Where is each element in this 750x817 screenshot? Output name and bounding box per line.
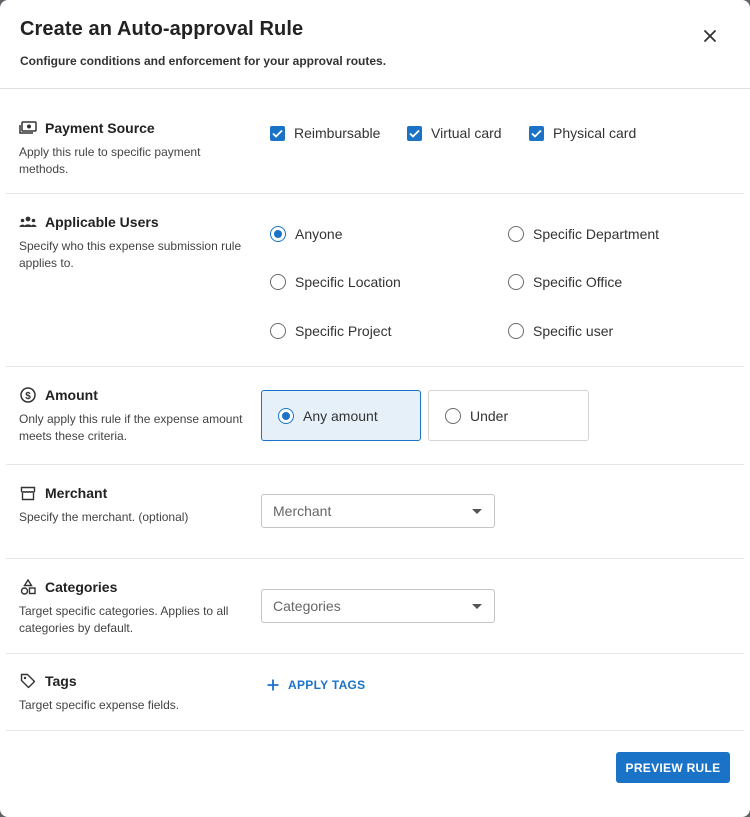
reimbursable-label: Reimbursable (294, 125, 381, 141)
specific-user-radio[interactable]: Specific user (508, 323, 613, 339)
tags-description: Target specific expense fields. (19, 698, 180, 712)
plus-icon (267, 679, 279, 691)
specific-location-label: Specific Location (295, 274, 401, 290)
specific-office-radio[interactable]: Specific Office (508, 274, 622, 290)
specific-project-radio[interactable]: Specific Project (270, 323, 391, 339)
specific-department-radio[interactable]: Specific Department (508, 226, 659, 242)
any-amount-option[interactable]: Any amount (261, 390, 421, 441)
svg-text:$: $ (25, 391, 31, 402)
reimbursable-checkbox[interactable]: Reimbursable (270, 125, 380, 141)
dollar-circle-icon: $ (19, 386, 37, 404)
dialog-header: Create an Auto-approval Rule Configure c… (20, 18, 730, 68)
merchant-label-col: Merchant Specify the merchant. (optional… (19, 484, 244, 526)
payment-source-label-col: Payment Source Apply this rule to specif… (19, 119, 244, 178)
radio-empty-icon (270, 323, 286, 339)
apply-tags-label: APPLY TAGS (288, 678, 366, 692)
close-button[interactable] (696, 22, 724, 50)
radio-empty-icon (270, 274, 286, 290)
any-amount-label: Any amount (303, 407, 378, 424)
tags-title: Tags (45, 673, 77, 689)
categories-placeholder: Categories (273, 598, 341, 614)
section-divider (6, 193, 744, 194)
radio-empty-icon (445, 407, 461, 424)
caret-down-icon (472, 603, 482, 609)
storefront-icon (19, 484, 37, 502)
specific-location-radio[interactable]: Specific Location (270, 274, 401, 290)
merchant-placeholder: Merchant (273, 503, 332, 519)
specific-project-label: Specific Project (295, 323, 392, 339)
merchant-select[interactable]: Merchant (261, 494, 495, 528)
under-option[interactable]: Under (428, 390, 589, 441)
amount-title: Amount (45, 387, 98, 403)
users-icon (19, 213, 37, 231)
radio-empty-icon (508, 274, 524, 290)
categories-description: Target specific categories. Applies to a… (19, 604, 229, 635)
applicable-users-title: Applicable Users (45, 214, 159, 230)
virtual-card-checkbox[interactable]: Virtual card (407, 125, 502, 141)
anyone-radio[interactable]: Anyone (270, 226, 342, 242)
amount-label-col: $ Amount Only apply this rule if the exp… (19, 386, 244, 445)
dialog-title: Create an Auto-approval Rule (20, 18, 304, 40)
merchant-title: Merchant (45, 485, 108, 501)
preview-rule-button[interactable]: PREVIEW RULE (616, 752, 730, 783)
payment-source-title: Payment Source (45, 120, 155, 136)
header-divider (0, 88, 750, 89)
specific-user-label: Specific user (533, 323, 614, 339)
auto-approval-dialog: Create an Auto-approval Rule Configure c… (0, 0, 750, 817)
anyone-label: Anyone (295, 226, 343, 242)
radio-empty-icon (508, 323, 524, 339)
section-divider (6, 558, 744, 559)
payment-source-description: Apply this rule to specific payment meth… (19, 145, 201, 176)
checkbox-checked-icon (270, 125, 285, 141)
physical-card-checkbox[interactable]: Physical card (529, 125, 636, 141)
radio-selected-icon (270, 226, 286, 242)
under-label: Under (470, 407, 509, 424)
section-divider (6, 653, 744, 654)
checkbox-checked-icon (529, 125, 544, 141)
categories-select[interactable]: Categories (261, 589, 495, 623)
caret-down-icon (472, 508, 482, 514)
tag-icon (19, 672, 37, 690)
applicable-users-description: Specify who this expense submission rule… (19, 239, 242, 270)
section-divider (6, 730, 744, 731)
tags-label-col: Tags Target specific expense fields. (19, 672, 244, 714)
categories-title: Categories (45, 579, 118, 595)
section-divider (6, 464, 744, 465)
merchant-description: Specify the merchant. (optional) (19, 510, 189, 524)
dialog-subtitle: Configure conditions and enforcement for… (20, 54, 387, 68)
categories-label-col: Categories Target specific categories. A… (19, 578, 244, 637)
amount-description: Only apply this rule if the expense amou… (19, 412, 243, 443)
checkbox-checked-icon (407, 125, 422, 141)
specific-department-label: Specific Department (533, 226, 660, 242)
specific-office-label: Specific Office (533, 274, 623, 290)
section-divider (6, 366, 744, 367)
close-icon (704, 30, 716, 42)
money-icon (19, 119, 37, 137)
virtual-card-label: Virtual card (431, 125, 502, 141)
apply-tags-button[interactable]: APPLY TAGS (267, 678, 365, 692)
radio-selected-icon (278, 407, 294, 424)
applicable-users-label-col: Applicable Users Specify who this expens… (19, 213, 244, 272)
radio-empty-icon (508, 226, 524, 242)
physical-card-label: Physical card (553, 125, 637, 141)
shapes-icon (19, 578, 37, 596)
